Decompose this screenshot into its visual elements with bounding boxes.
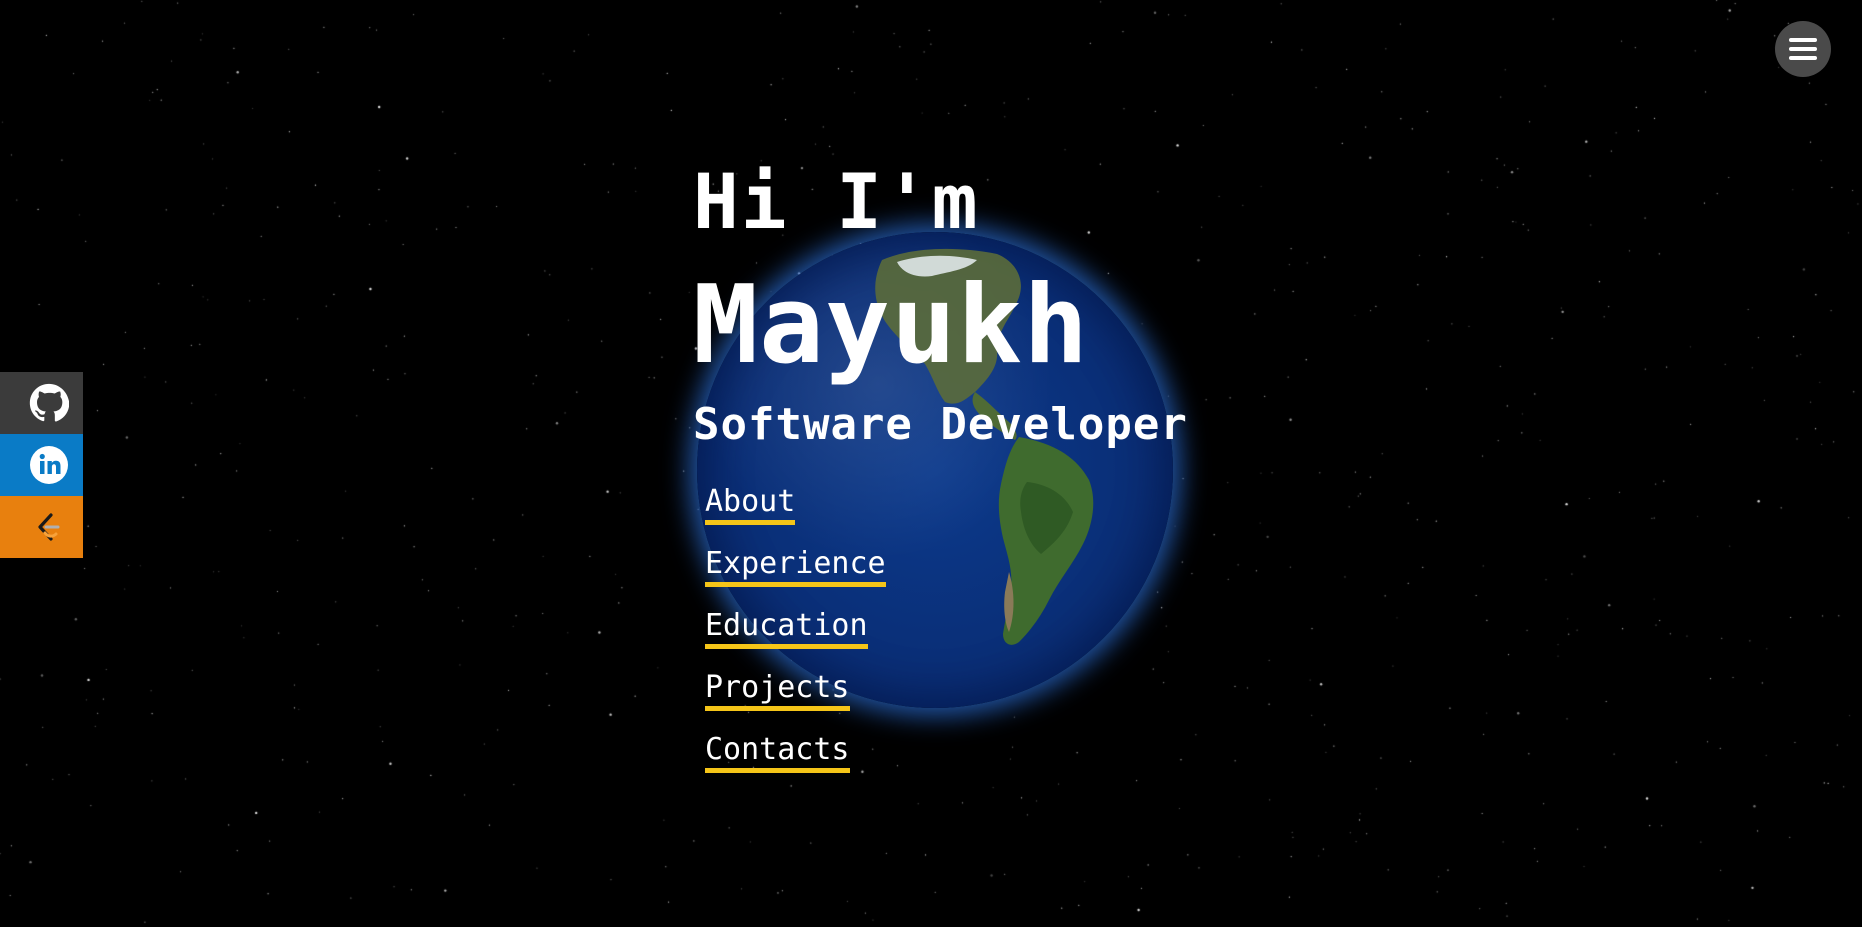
- nav-link-experience[interactable]: Experience: [705, 546, 886, 587]
- linkedin-link[interactable]: [0, 434, 83, 496]
- hamburger-menu-icon: [1789, 56, 1817, 60]
- hamburger-menu-button[interactable]: [1775, 21, 1831, 77]
- github-link[interactable]: [0, 372, 83, 434]
- social-sidebar: [0, 372, 83, 558]
- nav-item: Experience: [705, 546, 886, 608]
- nav-item: Education: [705, 608, 886, 670]
- section-nav: About Experience Education Projects Cont…: [705, 484, 886, 794]
- nav-link-projects[interactable]: Projects: [705, 670, 850, 711]
- nav-link-education[interactable]: Education: [705, 608, 868, 649]
- nav-item: Contacts: [705, 732, 886, 794]
- nav-item: About: [705, 484, 886, 546]
- hero-name: Mayukh: [693, 263, 1090, 388]
- hamburger-menu-icon: [1789, 47, 1817, 51]
- hero-role: Software Developer: [693, 399, 1188, 450]
- leetcode-link[interactable]: [0, 496, 83, 558]
- nav-item: Projects: [705, 670, 886, 732]
- page-stage: Hi I'm Mayukh Software Developer About E…: [0, 0, 1865, 927]
- nav-link-about[interactable]: About: [705, 484, 796, 525]
- nav-link-contacts[interactable]: Contacts: [705, 732, 850, 773]
- hero-greeting: Hi I'm: [693, 157, 980, 246]
- hamburger-menu-icon: [1789, 38, 1817, 42]
- leetcode-icon: [37, 513, 59, 541]
- github-icon: [29, 383, 69, 422]
- linkedin-icon: [29, 446, 68, 484]
